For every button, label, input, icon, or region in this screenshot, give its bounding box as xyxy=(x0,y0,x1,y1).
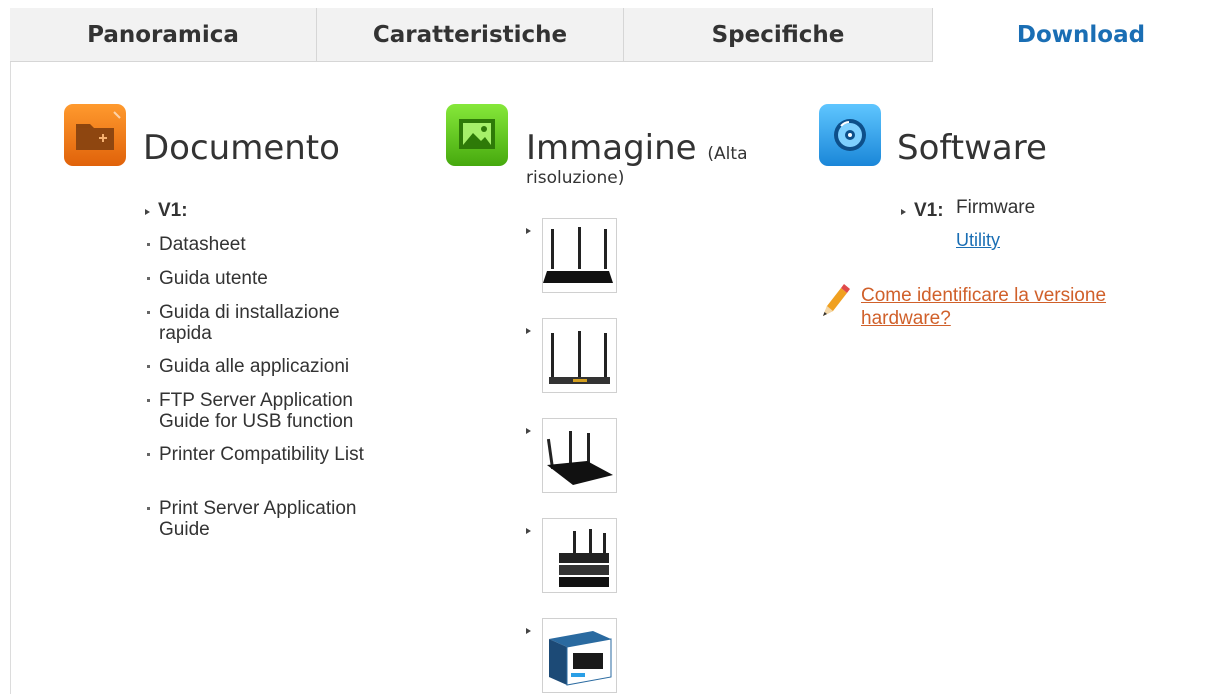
bullet-arrow xyxy=(145,209,150,215)
doc-item-guida-utente[interactable]: Guida utente xyxy=(159,268,389,289)
documento-header xyxy=(64,104,126,166)
doc-item-guida-installazione[interactable]: Guida di installazione rapida xyxy=(159,302,384,344)
router-box-image[interactable] xyxy=(542,618,617,693)
doc-item-print-server[interactable]: Print Server Application Guide xyxy=(159,498,389,540)
software-firmware-link[interactable]: Firmware xyxy=(956,197,1035,218)
bullet-dot xyxy=(147,399,150,402)
bullet-arrow xyxy=(526,428,531,434)
bullet-arrow xyxy=(526,528,531,534)
tab-caratteristiche[interactable]: Caratteristiche xyxy=(317,8,624,62)
tab-bar: Panoramica Caratteristiche Specifiche Do… xyxy=(10,8,1229,62)
disc-icon xyxy=(819,104,881,166)
tab-download[interactable]: Download xyxy=(933,8,1229,62)
immagine-title: Immagine xyxy=(526,128,697,168)
router-front-image[interactable] xyxy=(542,218,617,293)
bullet-dot xyxy=(147,507,150,510)
documento-version: V1: xyxy=(158,200,188,221)
immagine-header xyxy=(446,104,508,166)
software-utility-link[interactable]: Utility xyxy=(956,230,1000,251)
content-frame xyxy=(10,8,1229,694)
tab-specifiche[interactable]: Specifiche xyxy=(624,8,933,62)
software-header xyxy=(819,104,881,166)
documento-title: Documento xyxy=(143,128,340,168)
doc-item-printer-compat[interactable]: Printer Compatibility List xyxy=(159,444,369,465)
pencil-icon xyxy=(817,282,851,322)
bullet-dot xyxy=(147,277,150,280)
immagine-subtitle-b: risoluzione) xyxy=(526,168,625,188)
doc-item-ftp-guide[interactable]: FTP Server Application Guide for USB fun… xyxy=(159,390,384,432)
router-angle-image[interactable] xyxy=(542,418,617,493)
software-title: Software xyxy=(897,128,1047,168)
tab-panoramica[interactable]: Panoramica xyxy=(10,8,317,62)
doc-item-datasheet[interactable]: Datasheet xyxy=(159,234,389,255)
bullet-dot xyxy=(147,365,150,368)
bullet-dot xyxy=(147,311,150,314)
router-stack-image[interactable] xyxy=(542,518,617,593)
picture-icon xyxy=(446,104,508,166)
hardware-version-help-link[interactable]: Come identificare la versione hardware? xyxy=(861,284,1161,330)
immagine-subtitle-a: (Alta xyxy=(707,144,748,164)
bullet-dot xyxy=(147,453,150,456)
immagine-title-row: Immagine (Alta xyxy=(526,128,748,168)
software-version: V1: xyxy=(914,200,944,221)
doc-item-guida-applicazioni[interactable]: Guida alle applicazioni xyxy=(159,356,389,377)
router-back-image[interactable] xyxy=(542,318,617,393)
bullet-arrow xyxy=(526,328,531,334)
bullet-arrow xyxy=(901,209,906,215)
folder-icon xyxy=(64,104,126,166)
bullet-arrow xyxy=(526,628,531,634)
bullet-arrow xyxy=(526,228,531,234)
bullet-dot xyxy=(147,243,150,246)
